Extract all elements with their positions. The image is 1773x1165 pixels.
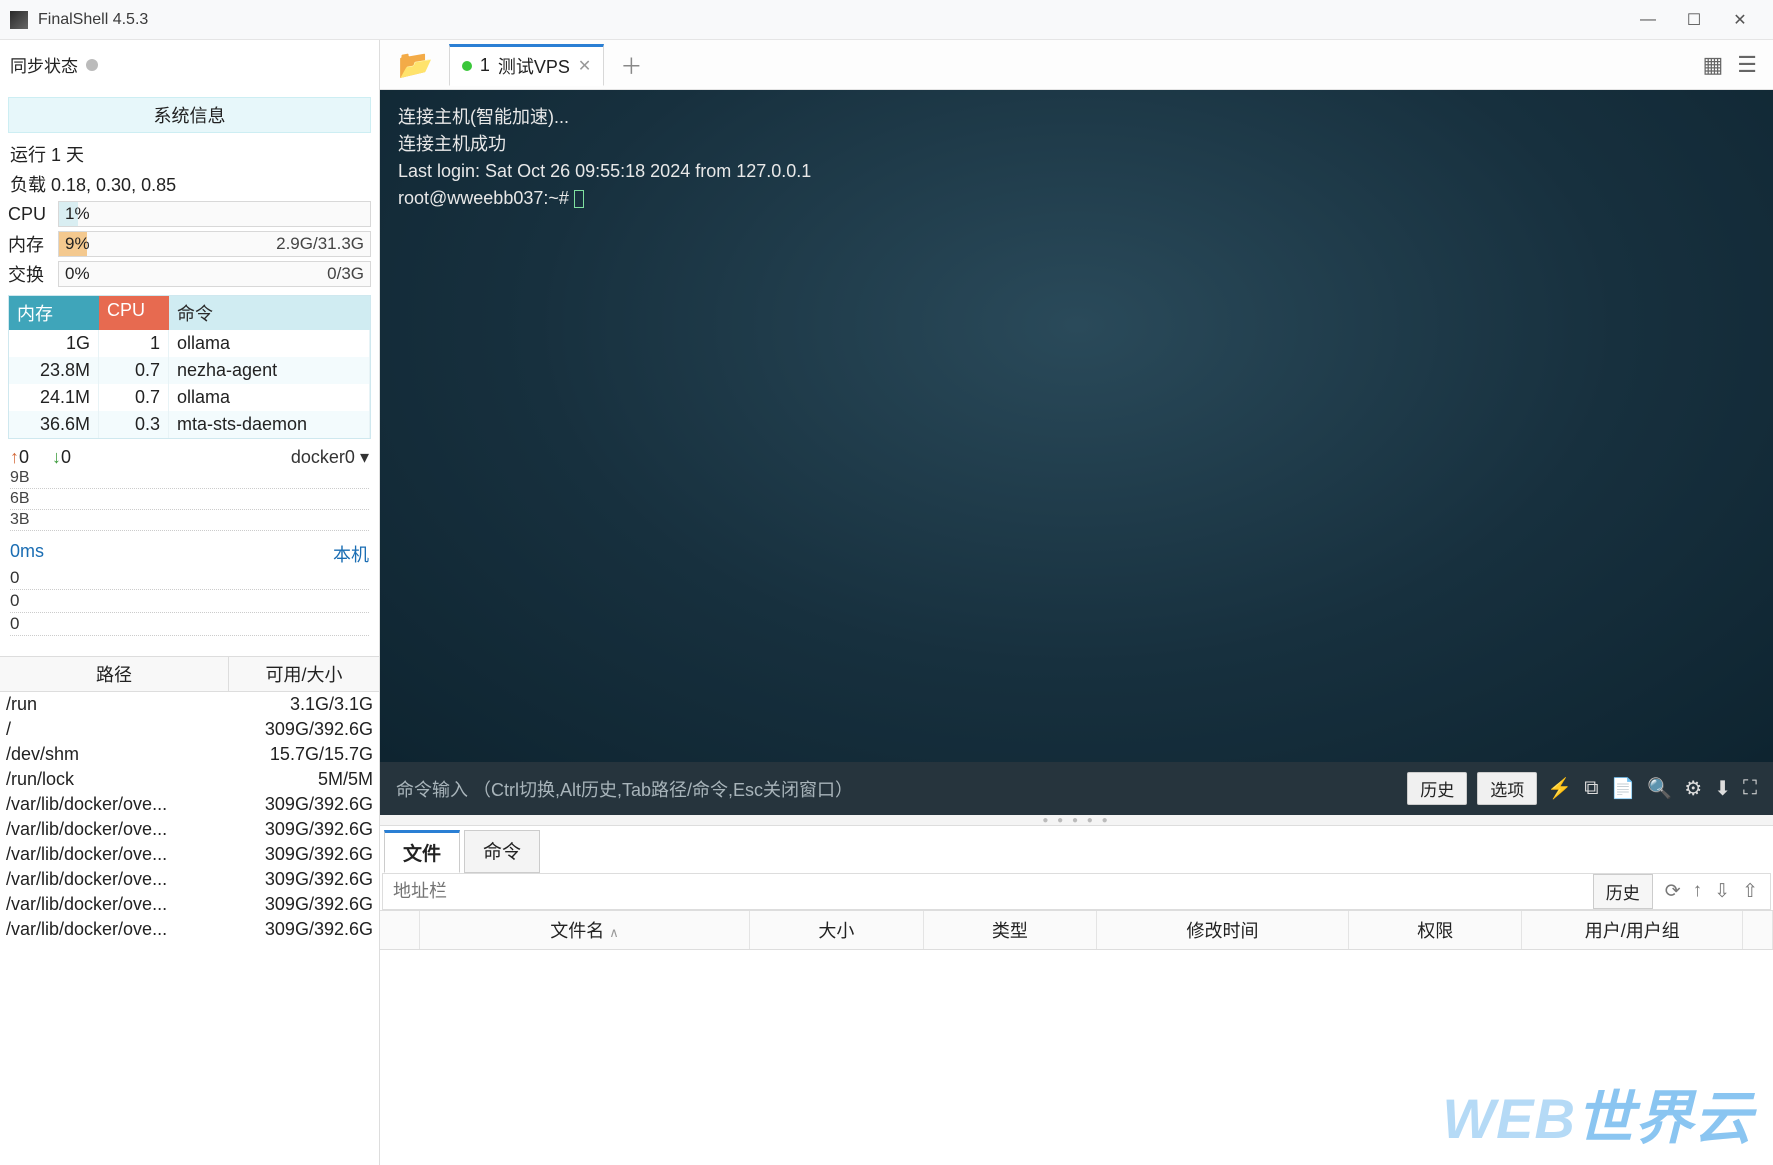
terminal[interactable]: 连接主机(智能加速)... 连接主机成功 Last login: Sat Oct… xyxy=(380,90,1773,762)
tab-close-icon[interactable]: ✕ xyxy=(578,56,591,76)
table-row[interactable]: 1G1ollama xyxy=(9,330,370,357)
cpu-label: CPU xyxy=(8,204,52,225)
sysinfo-button[interactable]: 系统信息 xyxy=(8,97,371,133)
command-input[interactable]: 命令输入 （Ctrl切换,Alt历史,Tab路径/命令,Esc关闭窗口） xyxy=(396,776,1397,802)
uptime-text: 运行 1 天 xyxy=(0,139,379,169)
swap-label: 交换 xyxy=(8,261,52,287)
main-area: 📂 1 测试VPS ✕ ＋ ▦ ☰ 连接主机(智能加速)... 连接主机成功 L… xyxy=(380,40,1773,1165)
ping-block: 0ms 本机 0 0 0 xyxy=(0,535,379,642)
horizontal-splitter[interactable]: ● ● ● ● ● xyxy=(380,815,1773,825)
table-row[interactable]: /dev/shm15.7G/15.7G xyxy=(0,742,379,767)
file-panel: 文件 命令 历史 ⟳ ↑ ⇩ ⇧ 文件名 ∧ 大小 类型 修改时间 权限 xyxy=(380,825,1773,1165)
app-title: FinalShell 4.5.3 xyxy=(38,11,1625,29)
file-body[interactable]: WEB世界云 xyxy=(380,950,1773,1165)
process-table: 内存 CPU 命令 1G1ollama23.8M0.7nezha-agent24… xyxy=(8,295,371,439)
menu-icon[interactable]: ☰ xyxy=(1737,52,1757,78)
addr-history-button[interactable]: 历史 xyxy=(1593,874,1653,909)
disk-table-head: 路径 可用/大小 xyxy=(0,656,379,692)
address-input[interactable] xyxy=(383,875,1593,908)
titlebar: FinalShell 4.5.3 — ☐ ✕ xyxy=(0,0,1773,40)
close-button[interactable]: ✕ xyxy=(1717,0,1763,40)
load-text: 负载 0.18, 0.30, 0.85 xyxy=(0,169,379,199)
status-dot-icon xyxy=(462,61,472,71)
network-block: ↑0 ↓0 docker0 ▾ 9B 6B 3B xyxy=(0,439,379,535)
table-row[interactable]: 23.8M0.7nezha-agent xyxy=(9,357,370,384)
tab-commands[interactable]: 命令 xyxy=(464,830,540,873)
table-row[interactable]: /var/lib/docker/ove...309G/392.6G xyxy=(0,817,379,842)
gear-icon[interactable]: ⚙ xyxy=(1684,776,1702,801)
table-row[interactable]: /var/lib/docker/ove...309G/392.6G xyxy=(0,917,379,942)
ping-host[interactable]: 本机 xyxy=(333,541,369,567)
grid-view-icon[interactable]: ▦ xyxy=(1702,52,1723,78)
app-icon xyxy=(10,11,28,29)
table-row[interactable]: /var/lib/docker/ove...309G/392.6G xyxy=(0,842,379,867)
table-row[interactable]: 36.6M0.3mta-sts-daemon xyxy=(9,411,370,438)
refresh-icon[interactable]: ⟳ xyxy=(1665,880,1681,903)
table-row[interactable]: /var/lib/docker/ove...309G/392.6G xyxy=(0,792,379,817)
download-file-icon[interactable]: ⇩ xyxy=(1714,880,1730,903)
cpu-meter: CPU 1% xyxy=(0,199,379,229)
command-bar: 命令输入 （Ctrl切换,Alt历史,Tab路径/命令,Esc关闭窗口） 历史 … xyxy=(380,762,1773,815)
table-row[interactable]: /run/lock5M/5M xyxy=(0,767,379,792)
paste-icon[interactable]: 📄 xyxy=(1610,776,1635,801)
col-filetype[interactable]: 类型 xyxy=(924,911,1098,949)
col-filesize[interactable]: 大小 xyxy=(750,911,924,949)
file-columns: 文件名 ∧ 大小 类型 修改时间 权限 用户/用户组 xyxy=(380,910,1773,950)
col-mem[interactable]: 内存 xyxy=(9,296,99,330)
col-cpu[interactable]: CPU xyxy=(99,296,169,330)
table-row[interactable]: /run3.1G/3.1G xyxy=(0,692,379,717)
download-icon[interactable]: ⬇ xyxy=(1714,776,1731,801)
session-tab[interactable]: 1 测试VPS ✕ xyxy=(449,44,604,86)
sync-label: 同步状态 xyxy=(10,52,78,77)
sync-status: 同步状态 xyxy=(0,40,379,97)
sidebar: 同步状态 系统信息 运行 1 天 负载 0.18, 0.30, 0.85 CPU… xyxy=(0,40,380,1165)
chevron-down-icon[interactable]: ▾ xyxy=(360,447,369,467)
search-icon[interactable]: 🔍 xyxy=(1647,776,1672,801)
tab-index: 1 xyxy=(480,55,490,76)
add-tab-button[interactable]: ＋ xyxy=(610,49,652,81)
sync-dot-icon xyxy=(86,59,98,71)
cursor-icon xyxy=(574,190,584,208)
tab-name: 测试VPS xyxy=(498,53,570,79)
tab-bar: 📂 1 测试VPS ✕ ＋ ▦ ☰ xyxy=(380,40,1773,90)
sort-asc-icon: ∧ xyxy=(609,925,619,940)
minimize-button[interactable]: — xyxy=(1625,0,1671,40)
mem-label: 内存 xyxy=(8,231,52,257)
col-filename[interactable]: 文件名 ∧ xyxy=(420,911,750,949)
tab-files[interactable]: 文件 xyxy=(384,830,460,873)
table-row[interactable]: /var/lib/docker/ove...309G/392.6G xyxy=(0,867,379,892)
options-button[interactable]: 选项 xyxy=(1477,772,1537,805)
swap-meter: 交换 0%0/3G xyxy=(0,259,379,289)
col-perm[interactable]: 权限 xyxy=(1349,911,1523,949)
ping-ms: 0ms xyxy=(10,541,44,567)
table-row[interactable]: /309G/392.6G xyxy=(0,717,379,742)
col-blank xyxy=(380,911,420,949)
mem-meter: 内存 9%2.9G/31.3G xyxy=(0,229,379,259)
table-row[interactable]: 24.1M0.7ollama xyxy=(9,384,370,411)
upload-icon: ↑ xyxy=(10,447,19,467)
table-row[interactable]: /var/lib/docker/ove...309G/392.6G xyxy=(0,892,379,917)
col-size[interactable]: 可用/大小 xyxy=(229,657,379,691)
col-path[interactable]: 路径 xyxy=(0,657,229,691)
col-cmd[interactable]: 命令 xyxy=(169,296,370,330)
col-modified[interactable]: 修改时间 xyxy=(1097,911,1349,949)
maximize-button[interactable]: ☐ xyxy=(1671,0,1717,40)
download-icon: ↓ xyxy=(52,447,61,467)
col-owner[interactable]: 用户/用户组 xyxy=(1522,911,1743,949)
up-icon[interactable]: ↑ xyxy=(1693,880,1703,903)
bolt-icon[interactable]: ⚡ xyxy=(1547,776,1572,801)
copy-icon[interactable]: ⧉ xyxy=(1584,777,1598,800)
net-interface[interactable]: docker0 xyxy=(291,447,355,467)
upload-file-icon[interactable]: ⇧ xyxy=(1742,880,1758,903)
fullscreen-icon[interactable]: ⛶ xyxy=(1743,777,1757,800)
folder-icon[interactable]: 📂 xyxy=(388,48,443,81)
watermark: WEB世界云 xyxy=(1442,1071,1753,1155)
history-button[interactable]: 历史 xyxy=(1407,772,1467,805)
